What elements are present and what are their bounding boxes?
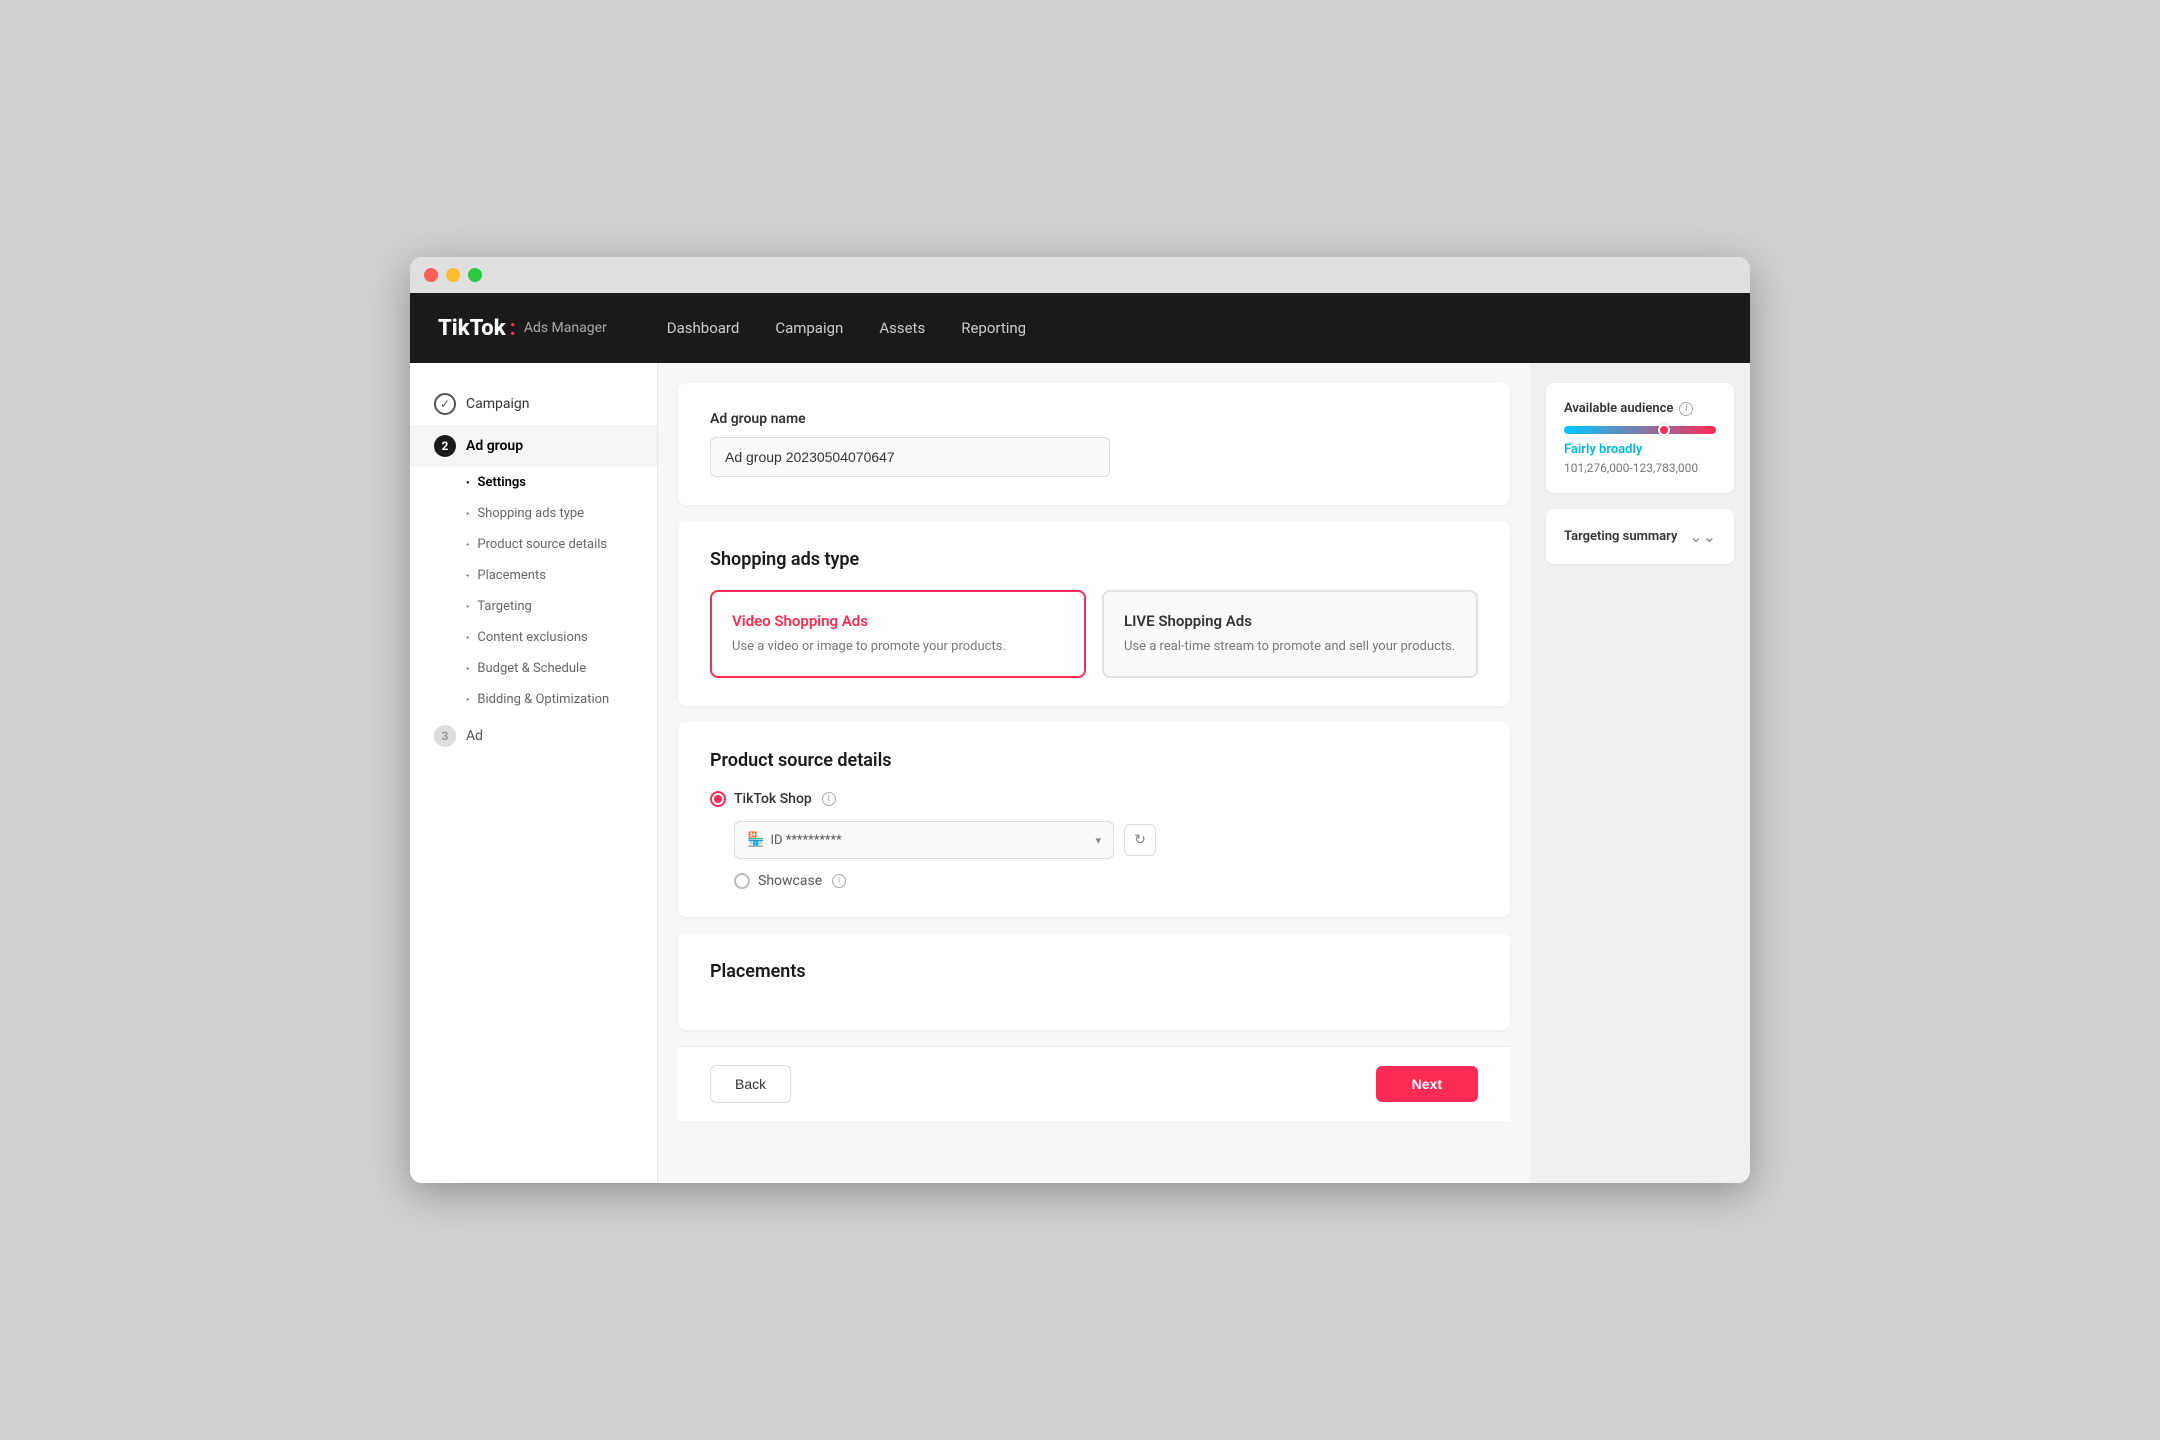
minimize-button[interactable] [446,268,460,282]
shop-id-text: ID ********** [770,833,1095,848]
video-shopping-ads-card[interactable]: Video Shopping Ads Use a video or image … [710,590,1086,678]
targeting-summary-title: Targeting summary [1564,529,1677,544]
tiktok-shop-radio-row: TikTok Shop i [710,791,1478,807]
sidebar-campaign-label: Campaign [466,396,529,412]
sidebar: ✓ Campaign 2 Ad group Settings Shopping … [410,363,658,1183]
shop-id-dropdown[interactable]: 🏪 ID ********** ▾ [734,821,1114,859]
sidebar-sub-content-exclusions[interactable]: Content exclusions [410,622,657,653]
tiktok-shop-label: TikTok Shop [734,791,812,807]
live-shopping-ads-desc: Use a real-time stream to promote and se… [1124,638,1456,656]
shop-id-dropdown-row: 🏪 ID ********** ▾ ↻ [734,821,1478,859]
sidebar-sub-placements[interactable]: Placements [410,560,657,591]
logo-tiktok-text: TikTok [438,316,506,341]
expand-icon: ⌄⌄ [1689,527,1716,546]
logo-dot: : [510,316,516,341]
tiktok-shop-info-icon: i [822,792,836,806]
sidebar-item-ad[interactable]: 3 Ad [410,715,657,757]
nav-dashboard[interactable]: Dashboard [667,319,740,337]
product-source-title: Product source details [710,750,1478,771]
sidebar-item-campaign[interactable]: ✓ Campaign [410,383,657,425]
sidebar-sub-shopping-ads-type[interactable]: Shopping ads type [410,498,657,529]
app-window: TikTok: Ads Manager Dashboard Campaign A… [410,257,1750,1183]
audience-title: Available audience i [1564,401,1716,416]
audience-range: 101,276,000-123,783,000 [1564,461,1716,475]
shopping-ads-type-card: Shopping ads type Video Shopping Ads Use… [678,521,1510,706]
audience-bar [1564,426,1716,434]
product-source-card: Product source details TikTok Shop i 🏪 I… [678,722,1510,917]
sidebar-sub-budget-schedule[interactable]: Budget & Schedule [410,653,657,684]
ads-type-row: Video Shopping Ads Use a video or image … [710,590,1478,678]
sidebar-sub-bidding-optimization[interactable]: Bidding & Optimization [410,684,657,715]
video-shopping-ads-title: Video Shopping Ads [732,612,1064,630]
sidebar-sub-targeting[interactable]: Targeting [410,591,657,622]
step2-number: 2 [434,435,456,457]
right-panel: Available audience i Fairly broadly 101,… [1530,363,1750,1183]
logo: TikTok: Ads Manager [438,316,607,341]
step3-number: 3 [434,725,456,747]
audience-bar-marker [1658,424,1670,436]
audience-card: Available audience i Fairly broadly 101,… [1546,383,1734,493]
main-content: Ad group name Shopping ads type Video Sh… [658,363,1530,1183]
placements-title: Placements [710,961,1478,982]
sidebar-item-adgroup[interactable]: 2 Ad group [410,425,657,467]
showcase-info-icon: i [832,874,846,888]
audience-info-icon: i [1679,402,1693,416]
adgroup-name-card: Ad group name [678,383,1510,505]
titlebar [410,257,1750,293]
live-shopping-ads-card[interactable]: LIVE Shopping Ads Use a real-time stream… [1102,590,1478,678]
close-button[interactable] [424,268,438,282]
chevron-down-icon: ▾ [1095,834,1101,847]
sidebar-sub-settings[interactable]: Settings [410,467,657,498]
adgroup-name-label: Ad group name [710,411,1478,427]
logo-ads-manager: Ads Manager [524,320,607,336]
maximize-button[interactable] [468,268,482,282]
targeting-summary-card[interactable]: Targeting summary ⌄⌄ [1546,509,1734,564]
showcase-radio-row: Showcase i [734,873,1478,889]
sidebar-adgroup-label: Ad group [466,438,523,454]
audience-label: Fairly broadly [1564,442,1716,457]
next-button[interactable]: Next [1376,1066,1478,1102]
sidebar-ad-label: Ad [466,728,483,744]
app-body: ✓ Campaign 2 Ad group Settings Shopping … [410,363,1750,1183]
nav-campaign[interactable]: Campaign [775,319,843,337]
shopping-ads-type-title: Shopping ads type [710,549,1478,570]
nav-assets[interactable]: Assets [879,319,925,337]
adgroup-name-input[interactable] [710,437,1110,477]
navbar: TikTok: Ads Manager Dashboard Campaign A… [410,293,1750,363]
checkmark-icon: ✓ [434,393,456,415]
showcase-label: Showcase [758,873,822,889]
bottom-bar: Back Next [678,1046,1510,1121]
tiktok-shop-radio[interactable] [710,791,726,807]
shop-icon: 🏪 [747,832,764,848]
sidebar-sub-product-source[interactable]: Product source details [410,529,657,560]
video-shopping-ads-desc: Use a video or image to promote your pro… [732,638,1064,656]
live-shopping-ads-title: LIVE Shopping Ads [1124,612,1456,630]
back-button[interactable]: Back [710,1065,791,1103]
refresh-button[interactable]: ↻ [1124,824,1156,856]
placements-card: Placements [678,933,1510,1030]
showcase-radio[interactable] [734,873,750,889]
nav-reporting[interactable]: Reporting [961,319,1026,337]
nav-links: Dashboard Campaign Assets Reporting [667,319,1026,337]
